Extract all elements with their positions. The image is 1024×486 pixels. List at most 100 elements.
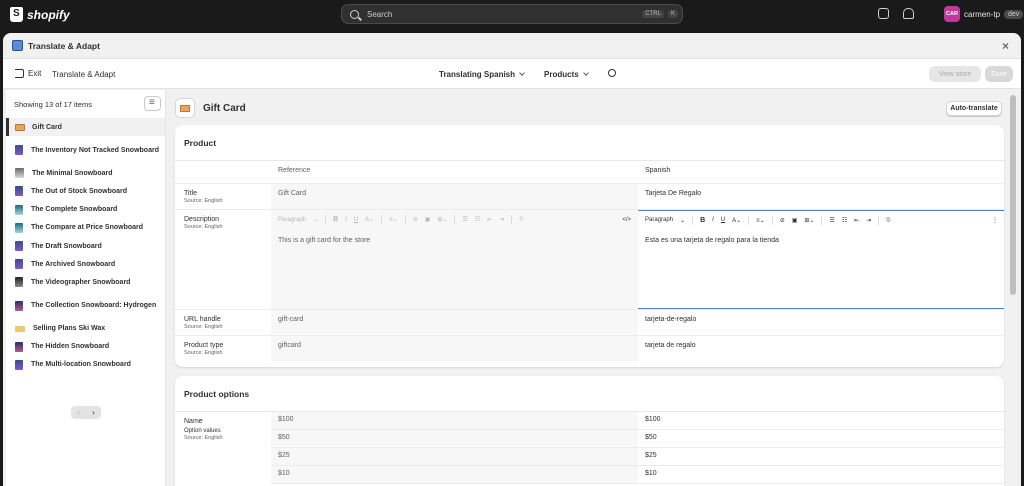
notifications-bell-icon[interactable]: [903, 8, 914, 19]
product-thumbnail: [15, 222, 23, 233]
shopify-logo[interactable]: shopify: [10, 7, 70, 22]
bold-icon[interactable]: B: [700, 217, 705, 224]
italic-icon[interactable]: I: [712, 217, 714, 223]
sidebar-item[interactable]: The Minimal Snowboard: [6, 164, 165, 182]
topbar-icons: [878, 8, 914, 19]
product-thumbnail: [15, 186, 23, 197]
product-thumbnail: [15, 277, 23, 288]
sidebar-item[interactable]: Gift Card: [6, 118, 165, 137]
page-title: Gift Card: [203, 102, 246, 114]
description-translation-editor[interactable]: Paragraph ⌄ B I U A⌄ ≡⌄ ⊘ ▣ ⊞⌄ ☰ ☷ ⇤ ⇥ ⦸ ⋮ Esta e…: [638, 210, 1004, 309]
chevron-down-icon: ⌄: [313, 217, 319, 223]
account-menu[interactable]: CAR carmen-tp dev: [944, 6, 1024, 22]
option-value-row: $50 $50: [271, 430, 1004, 448]
option-translation-field[interactable]: $100: [638, 412, 1004, 429]
sidebar-item[interactable]: The Hidden Snowboard: [6, 338, 165, 356]
scrollbar[interactable]: [1010, 95, 1016, 295]
store-icon[interactable]: [878, 8, 889, 19]
paragraph-format-select[interactable]: Paragraph: [645, 217, 673, 223]
sidebar-item[interactable]: Selling Plans Ski Wax: [6, 320, 165, 338]
search-icon[interactable]: [607, 69, 616, 77]
user-name: carmen-tp: [964, 9, 1001, 19]
sidebar-item[interactable]: The Inventory Not Tracked Snowboard: [6, 136, 165, 164]
app-name: Translate & Adapt: [52, 70, 116, 79]
table-icon[interactable]: ⊞⌄: [804, 217, 814, 224]
sidebar-item[interactable]: The Archived Snowboard: [6, 255, 165, 273]
chevron-down-icon: ⌄: [680, 217, 686, 224]
list-summary: Showing 13 of 17 items: [14, 99, 92, 109]
next-page-button[interactable]: ›: [86, 406, 101, 419]
handle-translation-field[interactable]: tarjeta-de-regalo: [638, 310, 1004, 335]
save-button[interactable]: Save: [985, 66, 1013, 82]
underline-icon[interactable]: U: [721, 217, 725, 223]
more-actions-icon[interactable]: ⋮: [992, 217, 998, 224]
type-translation-field[interactable]: tarjeta de regalo: [638, 336, 1004, 362]
field-label-url-handle: URL handle Source: English: [184, 316, 223, 330]
sidebar-item[interactable]: The Compare at Price Snowboard: [6, 219, 165, 237]
sidebar-item[interactable]: The Complete Snowboard: [6, 201, 165, 219]
exit-button[interactable]: Exit: [15, 69, 41, 78]
option-translation-field[interactable]: $25: [638, 448, 1004, 465]
bullet-list-icon: ☰: [462, 217, 468, 223]
language-selector-label: Translating Spanish: [439, 70, 516, 79]
product-thumbnail: [15, 341, 23, 352]
field-label-description: Description Source: English: [184, 216, 223, 230]
search-icon: [350, 9, 359, 19]
bullet-list-icon[interactable]: ☰: [829, 217, 834, 224]
resource-selector[interactable]: Products: [544, 70, 589, 79]
option-value-row: $25 $25: [271, 448, 1004, 466]
option-translation-value: $10: [645, 470, 657, 477]
sidebar-item-label: The Complete Snowboard: [31, 206, 118, 214]
sidebar-item-label: The Multi-location Snowboard: [31, 361, 131, 369]
item-list: Gift Card The Inventory Not Tracked Snowb…: [6, 118, 165, 374]
auto-translate-button[interactable]: Auto-translate: [946, 101, 1002, 116]
sidebar-item-label: The Minimal Snowboard: [32, 169, 113, 177]
text-color-icon[interactable]: A⌄: [732, 217, 741, 224]
link-icon[interactable]: ⊘: [780, 217, 785, 224]
brand-name: shopify: [27, 7, 70, 22]
clear-format-icon: ⦸: [519, 216, 524, 222]
option-translation-value: $100: [645, 416, 661, 423]
link-icon: ⊘: [412, 217, 418, 223]
outdent-icon[interactable]: ⇤: [854, 217, 859, 224]
numbered-list-icon[interactable]: ☷: [842, 217, 847, 224]
code-view-icon[interactable]: </>: [622, 217, 631, 223]
env-badge: dev: [1004, 9, 1024, 19]
outdent-icon: ⇤: [487, 217, 493, 223]
language-selector[interactable]: Translating Spanish: [439, 70, 525, 79]
avatar: CAR: [944, 6, 960, 22]
image-icon[interactable]: ▣: [792, 217, 798, 224]
sidebar-item[interactable]: The Videographer Snowboard: [6, 273, 165, 291]
translation-editor: Gift Card Auto-translate Product Referen…: [173, 90, 1009, 486]
shopify-topbar: shopify Search CTRL K CAR carmen-tp dev: [0, 0, 1024, 30]
sidebar-item[interactable]: The Multi-location Snowboard: [6, 356, 165, 374]
align-icon[interactable]: ≡⌄: [756, 217, 765, 224]
toolbar-selectors: Translating Spanish Products: [439, 69, 616, 79]
prev-page-button[interactable]: ‹: [71, 406, 86, 419]
reference-column-header: Reference: [278, 167, 311, 174]
option-translation-field[interactable]: $50: [638, 430, 1004, 447]
global-search-input[interactable]: Search CTRL K: [341, 4, 683, 24]
clear-format-icon[interactable]: ⦸: [886, 217, 890, 224]
bold-icon: B: [333, 216, 339, 223]
shortcut-ctrl-badge: CTRL: [642, 10, 664, 18]
close-icon[interactable]: ×: [1002, 39, 1009, 53]
title-translation-field[interactable]: Tarjeta De Regalo: [638, 184, 1004, 209]
filter-button[interactable]: [144, 96, 161, 111]
italic-icon: I: [345, 216, 347, 223]
sidebar-item[interactable]: The Draft Snowboard: [6, 237, 165, 255]
indent-icon[interactable]: ⇥: [866, 217, 871, 224]
sidebar-item[interactable]: The Out of Stock Snowboard: [6, 182, 165, 200]
view-store-button[interactable]: View store: [929, 66, 981, 82]
option-translation-field[interactable]: $10: [638, 466, 1004, 483]
description-row: Description Source: English Paragraph ⌄ BI…: [175, 210, 1004, 310]
sidebar-item[interactable]: The Collection Snowboard: Hydrogen: [6, 292, 165, 320]
align-icon: ≡⌄: [389, 217, 398, 223]
handle-reference-value: gift-card: [278, 316, 304, 323]
sidebar-item-label: The Draft Snowboard: [31, 242, 102, 250]
option-reference-value: $100: [278, 416, 294, 423]
field-label-product-type: Product type Source: English: [184, 342, 224, 356]
sidebar-item-label: Selling Plans Ski Wax: [33, 325, 106, 333]
sidebar-item-label: The Out of Stock Snowboard: [31, 187, 128, 195]
exit-icon: [15, 69, 24, 78]
